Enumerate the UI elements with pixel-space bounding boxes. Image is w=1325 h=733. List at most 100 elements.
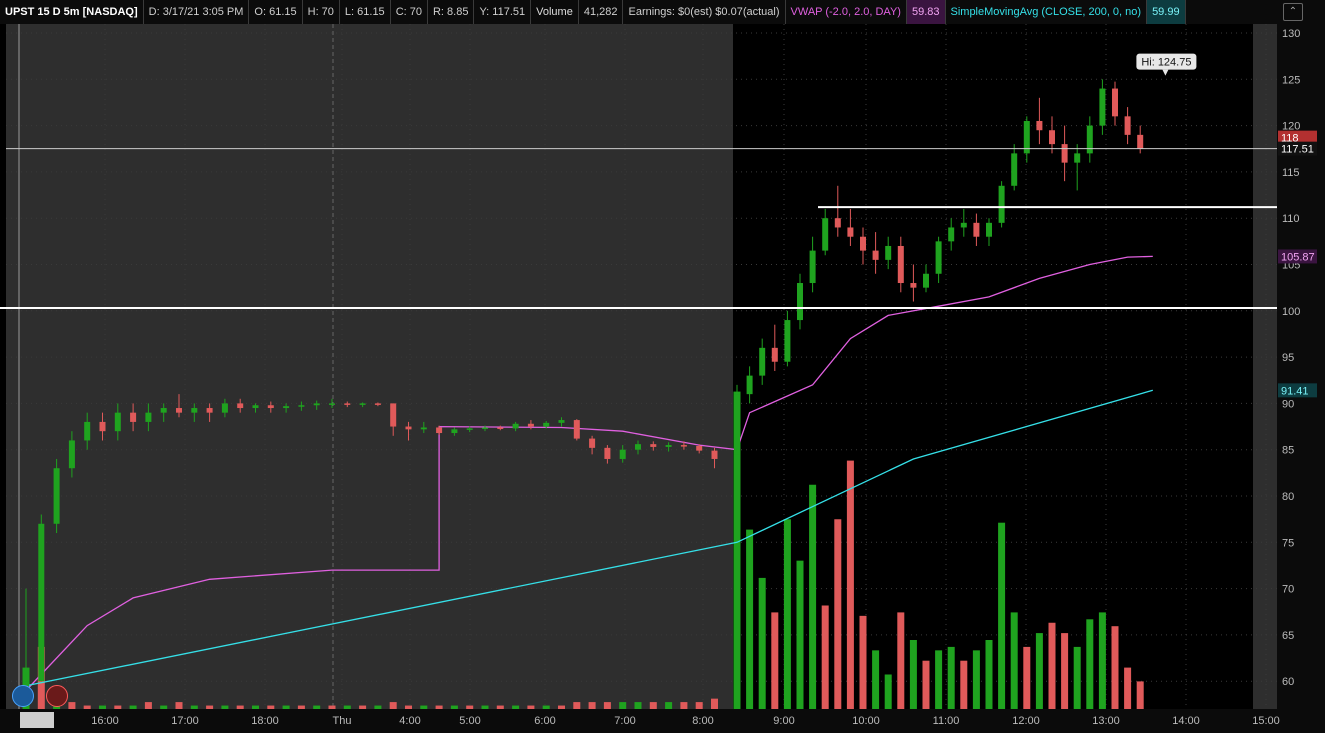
vwap-value: 59.83: [906, 0, 946, 24]
volume-bar: [206, 705, 214, 709]
volume-bar: [771, 612, 779, 709]
candle-body: [405, 426, 412, 430]
volume-bar: [1086, 619, 1094, 709]
candle-body: [986, 222, 992, 237]
x-tick-label: 10:00: [852, 715, 880, 727]
sma-price-label: 91.41: [1281, 385, 1309, 397]
candle-body: [872, 250, 879, 260]
volume-value: 41,282: [579, 0, 624, 24]
price-axis[interactable]: 1301251201151101051009590858075706560118…: [1277, 24, 1325, 733]
volume-bar: [558, 705, 565, 709]
volume-bar: [297, 705, 305, 709]
date-label: D: 3/17/21 3:05 PM: [144, 0, 250, 24]
candle-body: [1074, 153, 1081, 163]
volume-bar: [1061, 633, 1069, 709]
candle-body: [784, 320, 791, 362]
candle-body: [527, 423, 534, 427]
volume-bar: [1023, 646, 1031, 709]
candle-body: [558, 420, 565, 423]
candle-body: [344, 403, 351, 405]
candle-body: [847, 227, 854, 237]
volume-bar: [389, 702, 397, 709]
x-tick-label: Thu: [333, 715, 352, 727]
last-price-label: 117.51: [1281, 144, 1314, 156]
pin-icon[interactable]: [12, 685, 34, 707]
symbol-label[interactable]: UPST 15 D 5m [NASDAQ]: [0, 0, 144, 24]
y-tick-label: 60: [1282, 676, 1294, 688]
y-tick-label: 80: [1282, 491, 1294, 503]
volume-bar: [922, 660, 930, 709]
volume-bar: [998, 522, 1006, 709]
volume-bar: [649, 702, 657, 709]
candle-body: [206, 408, 213, 413]
volume-bar: [542, 705, 550, 709]
volume-bar: [282, 705, 290, 709]
candle-body: [635, 444, 641, 450]
candle-body: [451, 429, 458, 434]
vwap-study-label[interactable]: VWAP (-2.0, 2.0, DAY): [786, 0, 907, 24]
x-tick-label: 4:00: [399, 715, 420, 727]
volume-bar: [267, 705, 275, 709]
chevron-collapse-icon[interactable]: ⌃: [1283, 3, 1303, 21]
range-label: R: 8.85: [428, 0, 475, 24]
earnings-icon[interactable]: [46, 685, 68, 707]
volume-bar: [190, 705, 198, 709]
candle-body: [283, 406, 290, 409]
volume-bar: [481, 705, 489, 709]
candle-body: [221, 403, 228, 413]
candle-body: [711, 450, 718, 459]
candle-body: [973, 222, 980, 237]
x-tick-label: 13:00: [1092, 715, 1120, 727]
candle-body: [313, 403, 320, 406]
candle-body: [885, 245, 892, 260]
candle-body: [759, 347, 766, 376]
time-axis[interactable]: 15:0516:0017:0018:00Thu4:005:006:007:008…: [0, 709, 1280, 733]
volume-bar: [758, 577, 766, 709]
volume-bar: [909, 640, 917, 709]
volume-bar: [359, 705, 367, 709]
candle-body: [543, 422, 550, 427]
volume-bar: [619, 702, 627, 709]
price-chart[interactable]: 1301251201151101051009590858075706560118…: [0, 24, 1325, 733]
volume-bar: [573, 702, 581, 709]
x-tick-label: 11:00: [933, 715, 960, 727]
candle-body: [1137, 134, 1144, 149]
volume-bar: [603, 702, 611, 709]
volume-bar: [746, 529, 754, 709]
chart-header: UPST 15 D 5m [NASDAQ] D: 3/17/21 3:05 PM…: [0, 0, 1325, 25]
x-tick-label: 5:00: [459, 715, 480, 727]
volume-bar: [947, 646, 955, 709]
volume-bar: [252, 705, 259, 709]
candle-body: [948, 227, 955, 242]
volume-bar: [450, 705, 458, 709]
volume-bar: [527, 705, 535, 709]
y-tick-label: 130: [1282, 28, 1300, 40]
candle-body: [390, 403, 397, 427]
volume-label[interactable]: Volume: [531, 0, 579, 24]
volume-bar: [960, 660, 968, 709]
candle-body: [267, 405, 274, 409]
volume-bar: [374, 705, 382, 709]
volume-bar: [1035, 633, 1043, 709]
candle-body: [665, 445, 672, 447]
candle-body: [191, 408, 198, 413]
candle-body: [1112, 88, 1118, 117]
volume-bar: [466, 705, 474, 709]
candle: [573, 419, 580, 441]
candle-body: [374, 403, 381, 405]
volume-bar: [420, 705, 428, 709]
volume-bar: [144, 702, 152, 709]
volume-bar: [680, 702, 688, 709]
volume-bar: [695, 702, 703, 709]
volume-bar: [834, 519, 842, 709]
x-tick-label: 16:00: [91, 715, 119, 727]
volume-bar: [1048, 622, 1056, 709]
volume-bar: [1124, 667, 1132, 709]
volume-bar: [972, 650, 980, 709]
hi-annotation: Hi: 124.75: [1141, 57, 1191, 69]
volume-bar: [435, 705, 443, 709]
cursor-time-box: [20, 712, 54, 728]
sma-study-label[interactable]: SimpleMovingAvg (CLOSE, 200, 0, no): [946, 0, 1148, 24]
x-tick-label: 6:00: [534, 715, 555, 727]
candle: [53, 458, 60, 534]
